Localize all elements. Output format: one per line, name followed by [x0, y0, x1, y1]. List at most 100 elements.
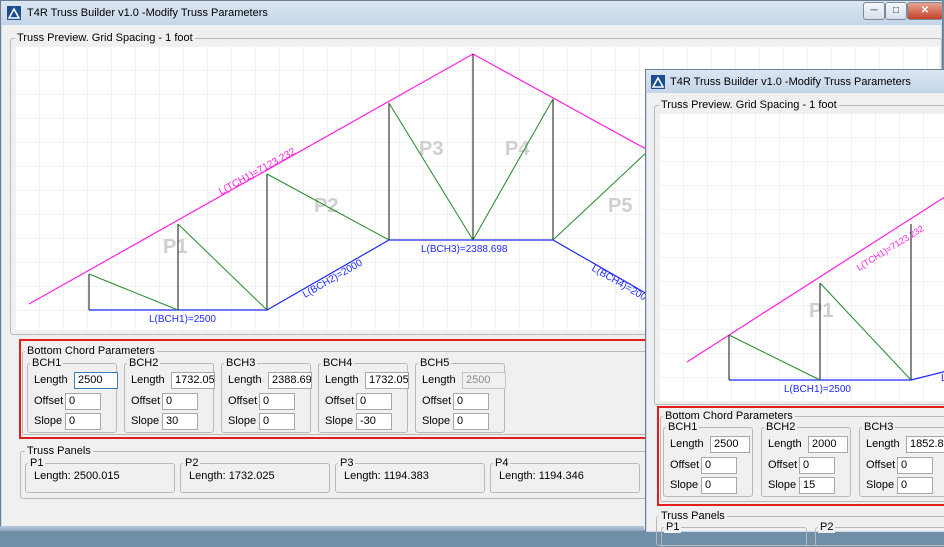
chord-box-bch5: BCH5 Length 2500 Offset 0 Slope 0 — [415, 357, 506, 433]
minimize-button[interactable]: ─ — [863, 2, 885, 20]
second-bch3-slope-input[interactable]: 0 — [897, 477, 933, 494]
second-offset-label: Offset — [670, 459, 700, 471]
second-chord-box-bch2: BCH2 Length 2000 Offset 0 Slope 15 — [761, 421, 851, 497]
second-truss-drawing: P1 L(TCH1)=7123.232 L(BCH1)=2500 L( — [659, 113, 944, 401]
second-chord-box-bch1: BCH1 Length 2500 Offset 0 Slope 0 — [663, 421, 753, 497]
panel-length-prefix: Length: — [34, 470, 71, 482]
offset-label: Offset — [325, 395, 355, 407]
bch1-offset-input[interactable]: 0 — [65, 393, 101, 410]
second-chord-box-bch3: BCH3 Length 1852.8 Offset 0 Slope 0 — [859, 421, 944, 497]
bch5-length-input[interactable]: 2500 — [462, 372, 506, 389]
chord-box-bch1: BCH1 Length 2500 Offset 0 Slope 0 — [27, 357, 118, 433]
second-bch2-length-input[interactable]: 2000 — [808, 436, 848, 453]
chord-name: BCH2 — [127, 357, 161, 369]
chord-name: BCH5 — [418, 357, 452, 369]
taskbar-edge — [0, 526, 644, 531]
bch1-slope-input[interactable]: 0 — [65, 413, 101, 430]
panel-length-prefix: Length: — [499, 470, 536, 482]
grid-lines — [659, 113, 944, 401]
offset-label: Offset — [34, 395, 64, 407]
truss-app-icon — [7, 6, 21, 20]
truss-app-icon — [651, 75, 665, 89]
slope-label: Slope — [325, 415, 354, 427]
window-title: T4R Truss Builder v1.0 -Modify Truss Par… — [27, 7, 268, 19]
second-length-label: Length — [768, 438, 802, 450]
slope-label: Slope — [422, 415, 451, 427]
second-bch3-offset-input[interactable]: 0 — [897, 457, 933, 474]
second-window: T4R Truss Builder v1.0 -Modify Truss Par… — [645, 69, 944, 547]
second-panel-box-p1: P1 — [661, 521, 807, 547]
second-bch1-length-label: L(BCH1)=2500 — [784, 384, 851, 395]
second-title-bar[interactable]: T4R Truss Builder v1.0 -Modify Truss Par… — [646, 70, 944, 93]
bch4-slope-input[interactable]: -30 — [356, 413, 392, 430]
panel-box-p2: P2 Length: 1732.025 — [180, 457, 330, 493]
panel-length-value: Length: 1194.383 — [344, 470, 429, 482]
panel-name: P3 — [338, 457, 356, 469]
second-truss-preview-label: Truss Preview. Grid Spacing - 1 foot — [659, 99, 839, 111]
panel-label-p5: P5 — [608, 195, 632, 217]
panel-name: P2 — [183, 457, 201, 469]
bch5-slope-input[interactable]: 0 — [453, 413, 489, 430]
second-truss-preview-canvas: P1 L(TCH1)=7123.232 L(BCH1)=2500 L( — [659, 113, 944, 401]
bch2-offset-input[interactable]: 0 — [162, 393, 198, 410]
chord-box-bch2: BCH2 Length 1732.051 Offset0Slope30 — [124, 357, 215, 433]
second-panel-name: P2 — [818, 521, 836, 533]
panel-box-p3: P3 Length: 1194.383 — [335, 457, 485, 493]
panel-box-p4: P4 Length: 1194.346 — [490, 457, 640, 493]
bch3-slope-input[interactable]: 0 — [259, 413, 295, 430]
panel-length-number: 1194.346 — [538, 470, 584, 482]
second-length-label: Length — [866, 438, 900, 450]
second-chord-name: BCH3 — [862, 421, 896, 433]
panel-label-p1: P1 — [163, 236, 187, 258]
length-label: Length — [131, 374, 165, 386]
bch2-length-input[interactable]: 1732.051 — [171, 372, 215, 389]
close-button[interactable]: ✕ — [907, 2, 943, 20]
offset-label: Offset — [131, 395, 161, 407]
second-bch2-offset-input[interactable]: 0 — [799, 457, 835, 474]
second-chord-name: BCH1 — [666, 421, 700, 433]
bch2-slope-input[interactable]: 30 — [162, 413, 198, 430]
second-bch3-length-input[interactable]: 1852.8 — [906, 436, 944, 453]
bch1-length-input[interactable]: 2500 — [74, 372, 118, 389]
second-panel-box-p2: P2 — [815, 521, 944, 547]
second-bch1-slope-input[interactable]: 0 — [701, 477, 737, 494]
panel-length-number: 2500.015 — [73, 470, 120, 482]
offset-label: Offset — [422, 395, 452, 407]
bch3-offset-input[interactable]: 0 — [259, 393, 295, 410]
bch5-offset-input[interactable]: 0 — [453, 393, 489, 410]
panel-label-p4: P4 — [505, 138, 530, 160]
second-bch1-length-input[interactable]: 2500 — [710, 436, 750, 453]
bch4-offset-input[interactable]: 0 — [356, 393, 392, 410]
second-offset-label: Offset — [866, 459, 896, 471]
chord-box-bch4: BCH4 Length 1732.051 Offset0Slope-30 — [318, 357, 409, 433]
maximize-button[interactable]: □ — [885, 2, 907, 20]
second-bch1-offset-input[interactable]: 0 — [701, 457, 737, 474]
second-slope-label: Slope — [768, 479, 797, 491]
panel-length-value: Length: 2500.015 — [34, 470, 120, 482]
title-bar[interactable]: T4R Truss Builder v1.0 -Modify Truss Par… — [1, 1, 943, 25]
slope-label: Slope — [228, 415, 257, 427]
length-label: Length — [325, 374, 359, 386]
chord-name: BCH4 — [321, 357, 355, 369]
second-window-title: T4R Truss Builder v1.0 -Modify Truss Par… — [670, 76, 911, 88]
panel-length-prefix: Length: — [189, 470, 226, 482]
length-label: Length — [422, 374, 456, 386]
bch4-length-input[interactable]: 1732.051 — [365, 372, 409, 389]
slope-label: Slope — [34, 415, 63, 427]
length-label: Length — [34, 374, 68, 386]
second-slope-label: Slope — [670, 479, 699, 491]
bch3-length-input[interactable]: 2388.698 — [268, 372, 312, 389]
bch3-length-label: L(BCH3)=2388.698 — [421, 244, 508, 255]
second-panel-name: P1 — [664, 521, 682, 533]
panel-name: P4 — [493, 457, 511, 469]
second-bch2-slope-input[interactable]: 15 — [799, 477, 835, 494]
length-label: Length — [228, 374, 262, 386]
second-offset-label: Offset — [768, 459, 798, 471]
offset-label: Offset — [228, 395, 258, 407]
panel-length-value: Length: 1194.346 — [499, 470, 584, 482]
truss-preview-label: Truss Preview. Grid Spacing - 1 foot — [15, 32, 195, 44]
second-length-label: Length — [670, 438, 704, 450]
panel-label-p3: P3 — [419, 138, 443, 160]
second-truss-preview-group: Truss Preview. Grid Spacing - 1 foot P1 … — [654, 99, 944, 405]
panel-length-prefix: Length: — [344, 470, 381, 482]
